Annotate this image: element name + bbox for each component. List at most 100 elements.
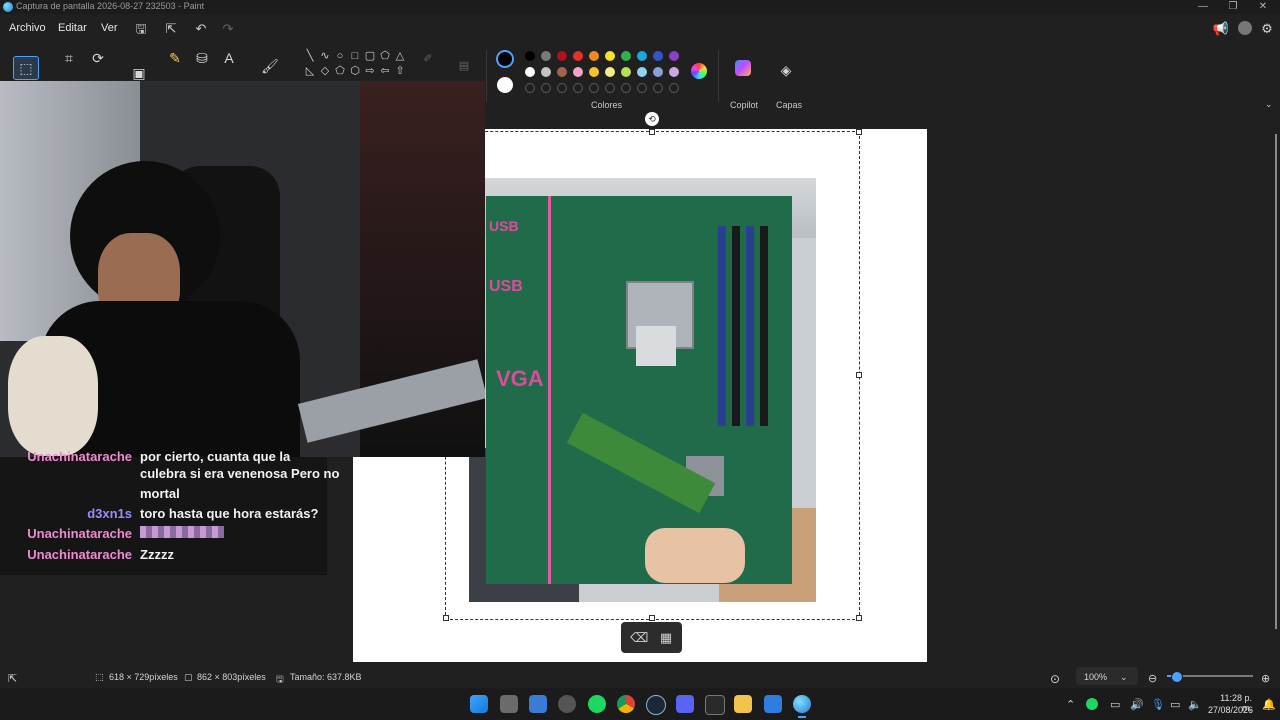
- maximize-button[interactable]: ❐: [1218, 0, 1248, 14]
- custom-color-slot[interactable]: [637, 83, 647, 93]
- diamond-shape-icon[interactable]: ◇: [319, 65, 331, 77]
- fit-to-window-icon[interactable]: ⊙: [1050, 672, 1060, 686]
- gta-sa-icon[interactable]: [705, 695, 725, 715]
- minimize-button[interactable]: —: [1188, 0, 1218, 14]
- custom-color-slot[interactable]: [557, 83, 567, 93]
- zoom-slider-thumb[interactable]: [1170, 671, 1183, 683]
- custom-color-slot[interactable]: [573, 83, 583, 93]
- arrow-left-shape-icon[interactable]: ⇦: [379, 65, 391, 77]
- color-swatch[interactable]: [605, 51, 615, 61]
- copilot-icon[interactable]: [735, 60, 751, 76]
- discord-icon[interactable]: [676, 695, 694, 713]
- color-swatch[interactable]: [621, 51, 631, 61]
- speaker-icon[interactable]: 🔈: [1188, 698, 1202, 711]
- clock-date[interactable]: 27/08/2026: [1208, 705, 1253, 715]
- chrome-icon[interactable]: [617, 695, 635, 713]
- layers-icon[interactable]: ◈: [778, 62, 794, 78]
- crop-icon[interactable]: ⌗: [57, 47, 81, 69]
- color-swatch[interactable]: [541, 67, 551, 77]
- rectangle-shape-icon[interactable]: □: [349, 50, 361, 62]
- notification-bell-icon[interactable]: 🔔: [1262, 698, 1276, 711]
- primary-color-swatch[interactable]: [496, 50, 514, 68]
- account-avatar[interactable]: [1238, 21, 1252, 35]
- close-button[interactable]: ✕: [1248, 0, 1278, 14]
- hexagon-shape-icon[interactable]: ⬡: [349, 65, 361, 77]
- custom-color-slot[interactable]: [541, 83, 551, 93]
- oval-shape-icon[interactable]: ○: [334, 50, 346, 62]
- feedback-icon[interactable]: 📢: [1212, 20, 1230, 38]
- menu-archivo[interactable]: Archivo: [9, 22, 46, 34]
- tray-spotify-icon[interactable]: [1086, 698, 1098, 710]
- tray-overflow-chevron-icon[interactable]: ⌃: [1066, 698, 1075, 711]
- selection-tool[interactable]: ⬚: [13, 56, 39, 80]
- outline-dropdown-icon[interactable]: ✐: [422, 53, 434, 65]
- rounded-rect-shape-icon[interactable]: ▢: [364, 50, 376, 62]
- color-swatch[interactable]: [621, 67, 631, 77]
- settings-gear-icon[interactable]: ⚙: [1258, 20, 1276, 38]
- zoom-out-icon[interactable]: ⊖: [1148, 672, 1157, 685]
- tray-app-icon[interactable]: ▭: [1110, 698, 1120, 711]
- save-icon[interactable]: 🖫: [132, 20, 150, 38]
- resize-handle[interactable]: [856, 372, 862, 378]
- redo-icon[interactable]: ↷: [219, 20, 237, 38]
- custom-color-slot[interactable]: [589, 83, 599, 93]
- resize-handle[interactable]: [856, 615, 862, 621]
- custom-color-slot[interactable]: [605, 83, 615, 93]
- color-swatch[interactable]: [573, 51, 583, 61]
- resize-handle[interactable]: [649, 129, 655, 135]
- color-swatch[interactable]: [557, 67, 567, 77]
- color-swatch[interactable]: [589, 51, 599, 61]
- spotify-icon[interactable]: [588, 695, 606, 713]
- brush-icon[interactable]: 🖌: [258, 55, 282, 77]
- polygon-shape-icon[interactable]: ⬠: [379, 50, 391, 62]
- custom-color-slot[interactable]: [669, 83, 679, 93]
- tray-microphone-icon[interactable]: 🎙: [1151, 698, 1165, 711]
- custom-color-slot[interactable]: [653, 83, 663, 93]
- color-swatch[interactable]: [589, 67, 599, 77]
- resize-handle[interactable]: [443, 615, 449, 621]
- color-swatch[interactable]: [669, 67, 679, 77]
- tray-volume-icon[interactable]: 🔊: [1130, 698, 1144, 711]
- undo-icon[interactable]: ↶: [192, 20, 210, 38]
- fill-bucket-icon[interactable]: ⛁: [190, 47, 214, 69]
- windows-start-icon[interactable]: [470, 695, 488, 713]
- pentagon-shape-icon[interactable]: ⬠: [334, 65, 346, 77]
- share-icon[interactable]: ⇱: [162, 20, 180, 38]
- color-swatch[interactable]: [605, 67, 615, 77]
- color-swatch[interactable]: [525, 51, 535, 61]
- triangle-shape-icon[interactable]: △: [394, 50, 406, 62]
- color-swatch[interactable]: [637, 51, 647, 61]
- custom-color-slot[interactable]: [621, 83, 631, 93]
- paint-icon[interactable]: [793, 695, 811, 713]
- text-tool-icon[interactable]: A: [217, 47, 241, 69]
- color-swatch[interactable]: [653, 51, 663, 61]
- line-shape-icon[interactable]: ╲: [304, 50, 316, 62]
- fill-dropdown-icon[interactable]: ▤: [458, 60, 470, 72]
- resize-handle[interactable]: [856, 129, 862, 135]
- generative-erase-icon[interactable]: ▦: [658, 630, 674, 646]
- stream-app-icon[interactable]: [529, 695, 547, 713]
- network-icon[interactable]: ▭: [1170, 698, 1180, 711]
- selection-marquee[interactable]: [445, 131, 860, 620]
- color-swatch[interactable]: [637, 67, 647, 77]
- color-swatch[interactable]: [669, 51, 679, 61]
- menu-editar[interactable]: Editar: [58, 22, 87, 34]
- arrow-up-shape-icon[interactable]: ⇧: [394, 65, 406, 77]
- edit-colors-icon[interactable]: [691, 63, 707, 79]
- color-swatch[interactable]: [653, 67, 663, 77]
- pencil-icon[interactable]: ✎: [163, 47, 187, 69]
- custom-color-slot[interactable]: [525, 83, 535, 93]
- paint-dot-net-icon[interactable]: [764, 695, 782, 713]
- right-triangle-shape-icon[interactable]: ◺: [304, 65, 316, 77]
- ribbon-collapse-chevron-icon[interactable]: ⌄: [1265, 99, 1273, 110]
- color-swatch[interactable]: [525, 67, 535, 77]
- color-swatch[interactable]: [541, 51, 551, 61]
- chrome-dev-icon[interactable]: [558, 695, 576, 713]
- curve-shape-icon[interactable]: ∿: [319, 50, 331, 62]
- remove-background-icon[interactable]: ⌫: [630, 630, 648, 646]
- secondary-color-swatch[interactable]: [497, 77, 513, 93]
- arrow-right-shape-icon[interactable]: ⇨: [364, 65, 376, 77]
- task-view-icon[interactable]: [500, 695, 518, 713]
- vertical-scroll-thumb[interactable]: [1275, 134, 1277, 629]
- menu-ver[interactable]: Ver: [101, 22, 118, 34]
